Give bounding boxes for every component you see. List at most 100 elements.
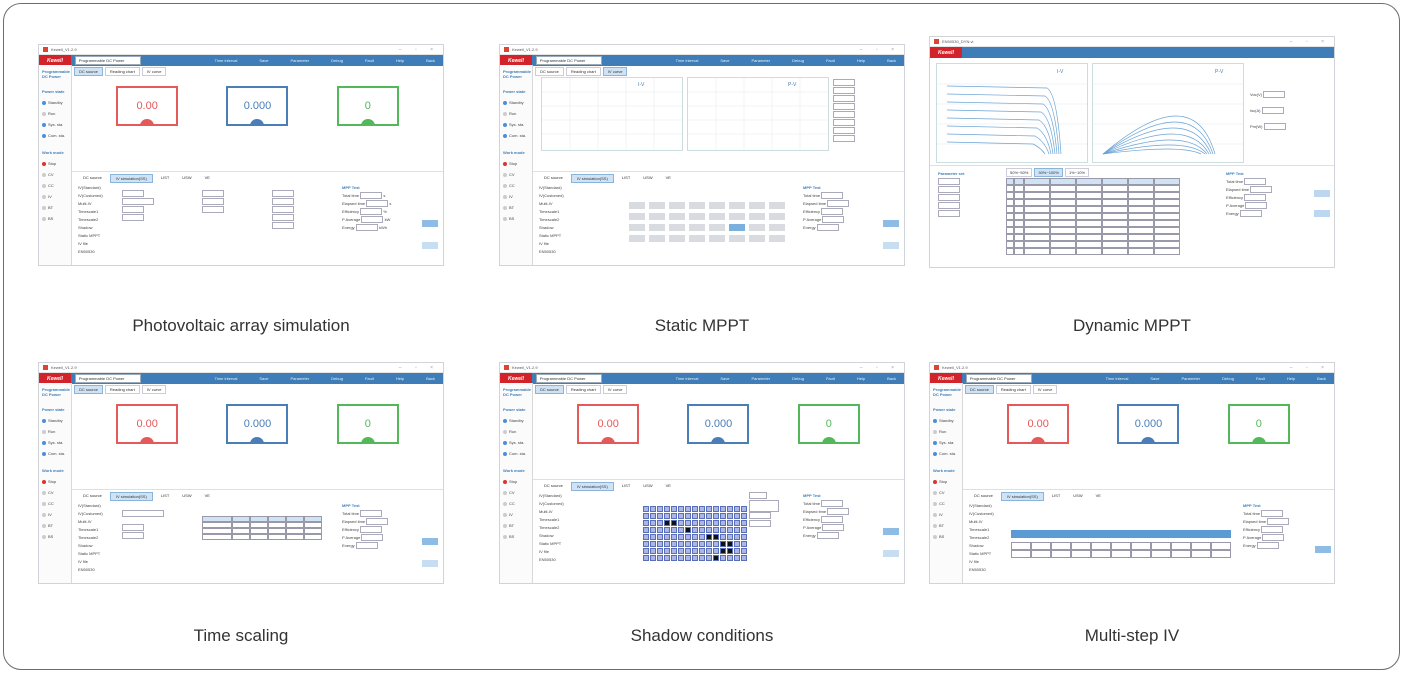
shadow-cell[interactable] — [678, 520, 684, 526]
menu-parameter[interactable]: Parameter — [290, 58, 309, 63]
shadow-cell[interactable] — [643, 506, 649, 512]
shadow-cell[interactable] — [671, 548, 677, 554]
menu-debug[interactable]: Debug — [331, 58, 343, 63]
shadow-cell[interactable] — [650, 534, 656, 540]
iv-item[interactable]: Timescale2 — [78, 216, 103, 224]
shadow-cell[interactable] — [720, 541, 726, 547]
iv-item[interactable]: Shadow — [539, 532, 564, 540]
shadow-cell[interactable] — [741, 555, 747, 561]
iv-item[interactable]: Static MPPT — [969, 550, 994, 558]
ltab-iv-sim[interactable]: IV simulation(SS) — [570, 482, 614, 491]
menu-save[interactable]: Save — [259, 58, 268, 63]
shadow-cell[interactable] — [706, 527, 712, 533]
shadow-color-box[interactable] — [749, 500, 779, 512]
mode-cc[interactable]: CC — [48, 501, 54, 506]
mode-cc[interactable]: CC — [48, 183, 54, 188]
shadow-cell[interactable] — [685, 555, 691, 561]
iv-item[interactable]: Timescale1 — [539, 516, 564, 524]
shadow-cell[interactable] — [685, 548, 691, 554]
shadow-cell[interactable] — [643, 548, 649, 554]
mode-bt[interactable]: BT — [48, 523, 53, 528]
apply-button[interactable] — [422, 538, 438, 545]
shadow-cell[interactable] — [741, 534, 747, 540]
run-button[interactable] — [883, 550, 899, 557]
shadow-cell[interactable] — [706, 513, 712, 519]
input-field[interactable] — [938, 194, 960, 202]
mode-cv[interactable]: CV — [48, 490, 54, 495]
shadow-cell[interactable] — [692, 548, 698, 554]
input-field[interactable] — [272, 190, 294, 198]
shadow-cell[interactable] — [713, 555, 719, 561]
device-select[interactable]: Programmable DC Power — [965, 374, 1032, 383]
tab-dc-source[interactable]: DC source — [74, 67, 103, 76]
ltab-dc-source[interactable]: DC source — [539, 174, 568, 183]
shadow-cell[interactable] — [685, 520, 691, 526]
shadow-cell[interactable] — [706, 520, 712, 526]
ltab-iv-sim[interactable]: IV simulation(SS) — [109, 492, 153, 501]
menu-save[interactable]: Save — [720, 58, 729, 63]
shadow-cell[interactable] — [741, 506, 747, 512]
shadow-cell[interactable] — [650, 541, 656, 547]
shadow-cell[interactable] — [720, 527, 726, 533]
menu-fault[interactable]: Fault — [1256, 376, 1265, 381]
shadow-cell[interactable] — [671, 513, 677, 519]
iv-item[interactable]: EN50530 — [969, 566, 994, 574]
table-tab[interactable]: 1%~10% — [1064, 168, 1090, 177]
menu-debug[interactable]: Debug — [331, 376, 343, 381]
mode-stop[interactable]: Stop — [509, 479, 517, 484]
menu-time-interval[interactable]: Time interval — [676, 58, 699, 63]
window-controls[interactable]: – ▫ × — [860, 47, 900, 53]
input-field[interactable] — [202, 206, 224, 214]
shadow-cell[interactable] — [643, 527, 649, 533]
ltab-usw[interactable]: USW — [1068, 492, 1087, 501]
iv-item[interactable]: IV(Standard) — [78, 502, 103, 510]
ltab-iv-sim[interactable]: IV simulation(SS) — [570, 174, 614, 183]
window-controls[interactable]: – ▫ × — [399, 47, 439, 53]
iv-item[interactable]: EN50530 — [539, 248, 564, 256]
shadow-cell[interactable] — [657, 513, 663, 519]
mode-iv[interactable]: IV — [939, 512, 943, 517]
menu-parameter[interactable]: Parameter — [290, 376, 309, 381]
shadow-cell[interactable] — [692, 541, 698, 547]
shadow-cell[interactable] — [685, 513, 691, 519]
iv-item[interactable]: IV(Standard) — [539, 184, 564, 192]
mode-stop[interactable]: Stop — [509, 161, 517, 166]
ltab-ve[interactable]: VE — [200, 492, 215, 501]
iv-item[interactable]: Static MPPT — [78, 550, 103, 558]
table-tab[interactable]: 30%~100% — [1034, 168, 1063, 177]
shadow-cell[interactable] — [643, 534, 649, 540]
iv-item[interactable]: Timescale1 — [539, 208, 564, 216]
shadow-cell[interactable] — [650, 527, 656, 533]
shadow-cell[interactable] — [699, 513, 705, 519]
iv-item[interactable]: IV(Customed) — [78, 192, 103, 200]
shadow-cell[interactable] — [713, 513, 719, 519]
tab-dc-source[interactable]: DC source — [535, 385, 564, 394]
ltab-ve[interactable]: VE — [200, 174, 215, 183]
menu-help[interactable]: Help — [857, 376, 865, 381]
ltab-usw[interactable]: USW — [638, 482, 657, 491]
stop-button[interactable] — [1314, 210, 1330, 217]
menu-fault[interactable]: Fault — [826, 376, 835, 381]
shadow-cell[interactable] — [692, 506, 698, 512]
shadow-cell[interactable] — [713, 520, 719, 526]
input-field[interactable] — [272, 214, 294, 222]
shadow-cell[interactable] — [706, 548, 712, 554]
ltab-list[interactable]: LIST — [156, 492, 174, 501]
shadow-cell[interactable] — [664, 527, 670, 533]
menu-back[interactable]: Back — [426, 58, 435, 63]
input-field[interactable] — [202, 198, 224, 206]
input-field[interactable] — [272, 222, 294, 230]
iv-item[interactable]: Multi-IV — [78, 200, 103, 208]
input-field[interactable] — [122, 524, 144, 532]
menu-parameter[interactable]: Parameter — [751, 58, 770, 63]
iv-item[interactable]: IV(Customed) — [539, 192, 564, 200]
iv-item[interactable]: Timescale1 — [969, 526, 994, 534]
menu-debug[interactable]: Debug — [1222, 376, 1234, 381]
tab-iv-curve[interactable]: IV curve — [602, 385, 628, 394]
input-field[interactable] — [749, 512, 771, 520]
iv-item[interactable]: EN50530 — [78, 566, 103, 574]
tab-iv-curve[interactable]: IV curve — [141, 385, 167, 394]
shadow-cell[interactable] — [671, 506, 677, 512]
shadow-cell[interactable] — [713, 534, 719, 540]
mode-iv[interactable]: IV — [48, 194, 52, 199]
